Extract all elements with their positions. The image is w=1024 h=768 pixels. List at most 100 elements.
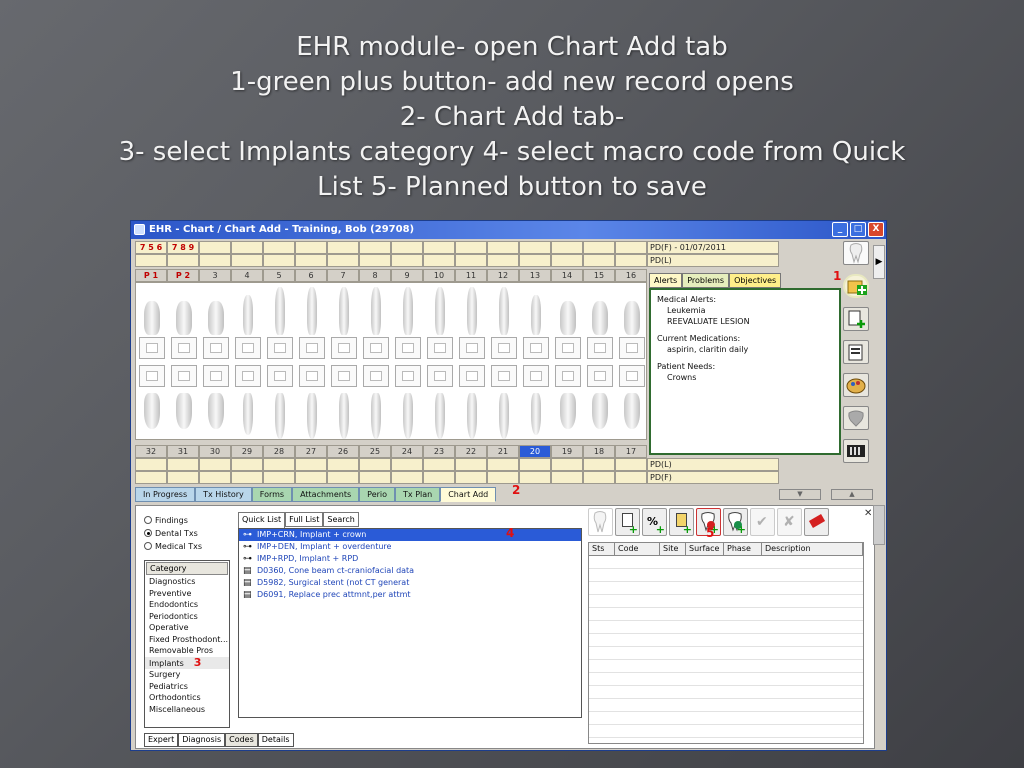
tooth-number[interactable]: 5 <box>263 269 295 282</box>
occlusal-lower-icon[interactable] <box>424 363 456 389</box>
pd-cell[interactable] <box>231 471 263 484</box>
table-row[interactable] <box>589 686 863 699</box>
mark-cell[interactable] <box>327 254 359 267</box>
mark-cell[interactable] <box>359 254 391 267</box>
disabled-tooth-icon[interactable] <box>843 406 869 430</box>
window-titlebar[interactable]: EHR - Chart / Chart Add - Training, Bob … <box>131 221 886 239</box>
upper-tooth-icon[interactable] <box>243 295 253 335</box>
close-icon[interactable]: ✕ <box>864 508 872 519</box>
mark-cell[interactable] <box>199 241 231 254</box>
pd-cell[interactable] <box>327 458 359 471</box>
lower-tooth-icon[interactable] <box>339 393 349 439</box>
category-item[interactable]: Miscellaneous <box>145 704 229 716</box>
occlusal-upper-icon[interactable] <box>488 335 520 361</box>
category-item[interactable]: Endodontics <box>145 599 229 611</box>
tooth-number[interactable]: 8 <box>359 269 391 282</box>
column-header[interactable]: Phase <box>724 543 762 555</box>
expand-arrow-icon[interactable]: ▶ <box>873 245 885 279</box>
pd-cell[interactable] <box>135 471 167 484</box>
tooth-number[interactable]: 13 <box>519 269 551 282</box>
tooth-icon[interactable] <box>843 241 869 265</box>
table-row[interactable] <box>589 569 863 582</box>
occlusal-upper-icon[interactable] <box>296 335 328 361</box>
tooth-number[interactable]: 30 <box>199 445 231 458</box>
tab-tx-plan[interactable]: Tx Plan <box>395 487 441 502</box>
occlusal-lower-icon[interactable] <box>264 363 296 389</box>
mark-cell[interactable] <box>295 254 327 267</box>
mark-cell[interactable] <box>615 254 647 267</box>
occlusal-upper-icon[interactable] <box>392 335 424 361</box>
pd-cell[interactable] <box>519 471 551 484</box>
mark-cell[interactable] <box>519 254 551 267</box>
pd-cell[interactable] <box>135 458 167 471</box>
tooth-number[interactable]: 6 <box>295 269 327 282</box>
tooth-number[interactable]: 26 <box>327 445 359 458</box>
close-button[interactable]: X <box>868 222 884 237</box>
tab-perio[interactable]: Perio <box>359 487 396 502</box>
occlusal-upper-icon[interactable] <box>232 335 264 361</box>
tooth-number[interactable]: 27 <box>295 445 327 458</box>
tooth-number[interactable]: 22 <box>455 445 487 458</box>
upper-tooth-icon[interactable] <box>467 287 477 335</box>
occlusal-lower-icon[interactable] <box>456 363 488 389</box>
occlusal-upper-icon[interactable] <box>360 335 392 361</box>
pd-top-first[interactable]: PD(F) - 01/07/2011 <box>647 241 779 254</box>
pd-cell[interactable] <box>391 458 423 471</box>
category-item-implants[interactable]: Implants 3 <box>145 656 229 669</box>
lower-tooth-icon[interactable] <box>467 393 477 439</box>
lower-tooth-icon[interactable] <box>307 393 317 439</box>
completed-add-icon[interactable]: + <box>723 508 748 536</box>
list-item[interactable]: ▤ D0360, Cone beam ct-craniofacial data <box>239 565 581 577</box>
mark-cell[interactable] <box>423 254 455 267</box>
mark-cell[interactable] <box>583 241 615 254</box>
lower-tooth-icon[interactable] <box>144 393 160 429</box>
pd-cell[interactable] <box>327 471 359 484</box>
lower-tooth-icon[interactable] <box>403 393 413 439</box>
mark-cell[interactable] <box>455 254 487 267</box>
pd-cell[interactable] <box>167 471 199 484</box>
mark-cell[interactable] <box>231 241 263 254</box>
tab-objectives[interactable]: Objectives <box>729 273 782 288</box>
pd-cell[interactable] <box>263 471 295 484</box>
occlusal-upper-icon[interactable] <box>456 335 488 361</box>
expand-up-button[interactable]: ▲ <box>831 489 873 500</box>
tooth-number[interactable]: 28 <box>263 445 295 458</box>
radio-medical-txs[interactable]: Medical Txs <box>144 542 202 551</box>
tab-problems[interactable]: Problems <box>682 273 730 288</box>
lower-tooth-icon[interactable] <box>275 393 285 439</box>
occlusal-lower-icon[interactable] <box>520 363 552 389</box>
lower-tooth-icon[interactable] <box>531 393 541 435</box>
occlusal-lower-icon[interactable] <box>392 363 424 389</box>
maximize-button[interactable]: □ <box>850 222 866 237</box>
list-item[interactable]: ⊶ IMP+DEN, Implant + overdenture <box>239 541 581 553</box>
upper-tooth-icon[interactable] <box>592 301 608 335</box>
mark-cell[interactable] <box>551 254 583 267</box>
pd-cell[interactable] <box>295 471 327 484</box>
pd-cell[interactable] <box>295 458 327 471</box>
table-row[interactable] <box>589 660 863 673</box>
pd-top-last[interactable]: PD(L) <box>647 254 779 267</box>
tooth-number[interactable]: 32 <box>135 445 167 458</box>
tab-expert[interactable]: Expert <box>144 733 179 747</box>
occlusal-lower-icon[interactable] <box>200 363 232 389</box>
tab-details[interactable]: Details <box>257 733 294 747</box>
upper-tooth-icon[interactable] <box>144 301 160 335</box>
side-scroll-handle[interactable] <box>873 505 885 545</box>
category-item[interactable]: Operative <box>145 622 229 634</box>
tab-tx-history[interactable]: Tx History <box>195 487 252 502</box>
tooth-chart[interactable] <box>135 282 647 440</box>
tab-full-list[interactable]: Full List <box>285 512 324 527</box>
minimize-button[interactable]: _ <box>832 222 848 237</box>
tooth-number[interactable]: 21 <box>487 445 519 458</box>
upper-tooth-icon[interactable] <box>176 301 192 335</box>
list-item[interactable]: ▤ D5982, Surgical stent (not CT generat <box>239 577 581 589</box>
table-row[interactable] <box>589 621 863 634</box>
upper-tooth-icon[interactable] <box>339 287 349 335</box>
occlusal-upper-icon[interactable] <box>584 335 616 361</box>
pd-cell[interactable] <box>583 471 615 484</box>
collapse-down-button[interactable]: ▼ <box>779 489 821 500</box>
mark-cell[interactable] <box>455 241 487 254</box>
lower-tooth-icon[interactable] <box>624 393 640 429</box>
tooth-number[interactable]: 7 <box>327 269 359 282</box>
lower-tooth-icon[interactable] <box>560 393 576 429</box>
